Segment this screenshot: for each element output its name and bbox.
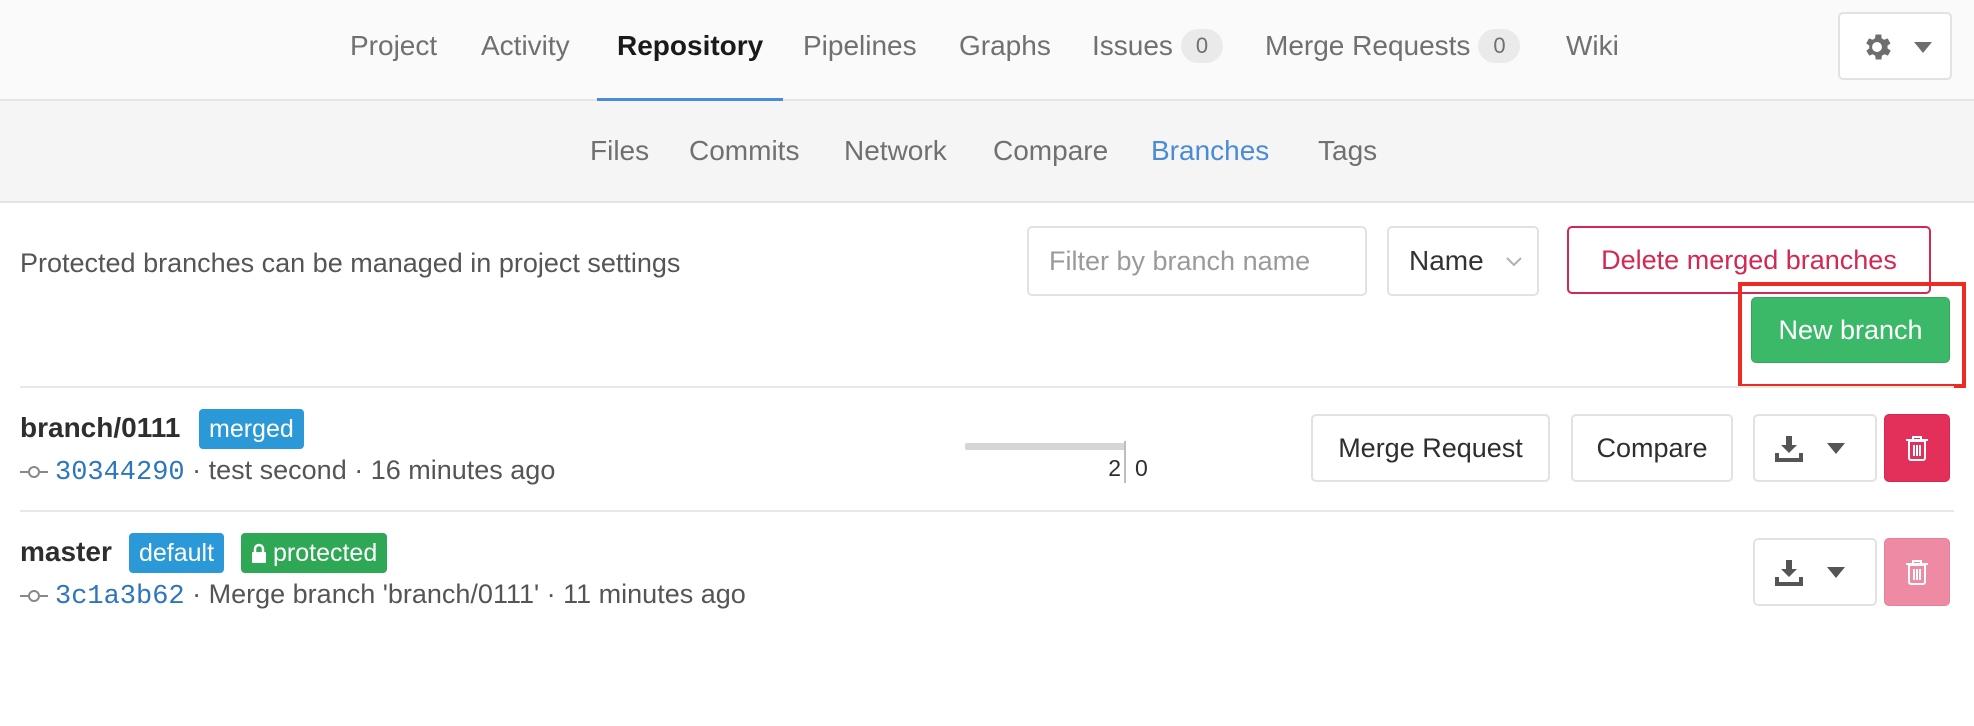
delete-branch-button[interactable]: [1884, 414, 1950, 482]
merge-requests-count-badge: 0: [1478, 29, 1521, 63]
compare-button[interactable]: Compare: [1571, 414, 1733, 482]
commit-sha-link[interactable]: 3c1a3b62: [55, 582, 185, 612]
trash-icon: [1906, 560, 1928, 585]
tab-files[interactable]: Files: [590, 101, 649, 201]
sort-dropdown-label: Name: [1409, 245, 1484, 276]
tab-pipelines[interactable]: Pipelines: [803, 0, 917, 101]
repository-subnav: Files Commits Network Compare Branches T…: [0, 101, 1974, 203]
download-icon: [1775, 560, 1803, 586]
protected-badge: protected: [241, 533, 388, 573]
branch-filter-input[interactable]: [1027, 226, 1367, 296]
tab-activity[interactable]: Activity: [481, 0, 570, 101]
divergence-graph: 2 0: [965, 441, 1151, 485]
commits-behind-count: 2: [1108, 455, 1121, 481]
commit-sha-link[interactable]: 30344290: [55, 458, 185, 488]
download-dropdown-button[interactable]: [1753, 414, 1877, 482]
tab-merge-requests[interactable]: Merge Requests 0: [1265, 0, 1521, 101]
sort-dropdown[interactable]: Name: [1387, 226, 1539, 296]
commit-message: · test second · 16 minutes ago: [192, 455, 556, 485]
tab-issues[interactable]: Issues 0: [1092, 0, 1223, 101]
tab-wiki[interactable]: Wiki: [1566, 0, 1619, 101]
list-divider: [20, 386, 1954, 388]
branch-name[interactable]: branch/0111: [20, 412, 180, 444]
commits-ahead-count: 0: [1135, 455, 1148, 481]
tab-network[interactable]: Network: [844, 101, 947, 201]
caret-down-icon: [1827, 567, 1845, 578]
download-dropdown-button[interactable]: [1753, 538, 1877, 606]
tab-compare[interactable]: Compare: [993, 101, 1108, 201]
merged-badge: merged: [199, 409, 304, 449]
tab-repository[interactable]: Repository: [596, 0, 784, 101]
caret-down-icon: [1827, 443, 1845, 454]
gear-icon: [1866, 34, 1891, 60]
protected-badge-label: protected: [273, 539, 378, 567]
settings-dropdown-button[interactable]: [1838, 12, 1952, 80]
caret-down-icon: [1914, 42, 1932, 53]
merge-request-button[interactable]: Merge Request: [1311, 414, 1550, 482]
commit-icon: [20, 466, 48, 478]
download-icon: [1775, 436, 1803, 462]
tab-graphs[interactable]: Graphs: [959, 0, 1051, 101]
highlight-annotation-box: [1738, 282, 1966, 388]
default-badge: default: [129, 533, 225, 573]
tab-issues-label: Issues: [1092, 30, 1173, 61]
protected-branches-note: Protected branches can be managed in pro…: [20, 248, 681, 278]
tab-tags[interactable]: Tags: [1318, 101, 1377, 201]
list-divider: [20, 510, 1954, 512]
tab-commits[interactable]: Commits: [689, 101, 799, 201]
tab-branches[interactable]: Branches: [1151, 101, 1269, 201]
commit-summary: 3c1a3b62 · Merge branch 'branch/0111' · …: [55, 579, 746, 612]
tab-merge-requests-label: Merge Requests: [1265, 30, 1471, 61]
branch-name[interactable]: master: [20, 536, 112, 568]
divergence-separator: [1124, 441, 1126, 483]
project-nav: Project Activity Repository Pipelines Gr…: [0, 0, 1974, 101]
chevron-down-icon: [1506, 257, 1522, 267]
issues-count-badge: 0: [1180, 29, 1223, 63]
trash-icon: [1906, 436, 1928, 461]
lock-icon: [252, 543, 266, 563]
commit-summary: 30344290 · test second · 16 minutes ago: [55, 455, 555, 488]
behind-bar: [965, 443, 1126, 450]
delete-branch-button-disabled: [1884, 538, 1950, 606]
tab-project[interactable]: Project: [350, 0, 437, 101]
commit-message: · Merge branch 'branch/0111' · 11 minute…: [192, 579, 746, 609]
commit-icon: [20, 590, 48, 602]
